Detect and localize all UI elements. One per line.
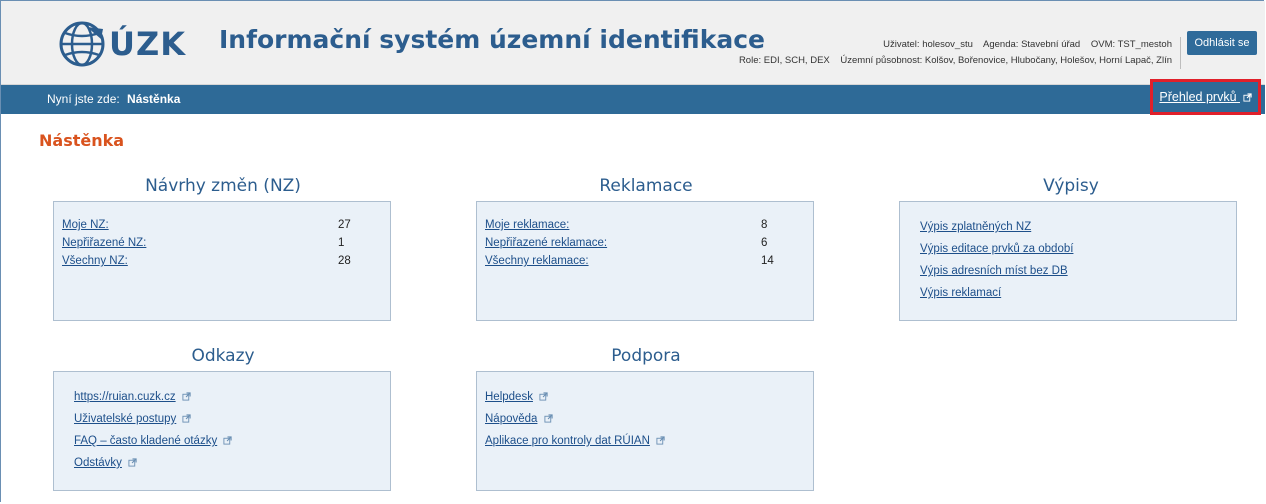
page-title: Nástěnka (39, 131, 125, 150)
ruian-web-link[interactable]: https://ruian.cuzk.cz (74, 391, 176, 403)
helpdesk-link[interactable]: Helpdesk (485, 391, 533, 403)
breadcrumb: Nyní jste zde: Nástěnka (47, 85, 180, 114)
reklamace-box: Moje reklamace: 8 Nepřiřazené reklamace:… (476, 201, 814, 321)
faq-link[interactable]: FAQ – často kladené otázky (74, 435, 217, 447)
globe-logo-icon (59, 21, 105, 67)
list-item: Výpis editace prvků za období (920, 238, 1236, 260)
external-link-icon (656, 436, 665, 446)
vypisy-box: Výpis zplatněných NZ Výpis editace prvků… (899, 201, 1237, 321)
external-link-icon (223, 436, 233, 446)
external-link-icon (1243, 93, 1252, 102)
my-nz-count: 27 (338, 219, 351, 231)
reklamace-row-mine: Moje reklamace: 8 (485, 216, 813, 234)
section-title-odkazy: Odkazy (191, 346, 255, 366)
my-reklamace-count: 8 (761, 219, 768, 231)
data-check-app-link[interactable]: Aplikace pro kontroly dat RÚIAN (485, 435, 650, 447)
role-label: Role: EDI, SCH, DEX (738, 55, 830, 66)
list-item: Výpis reklamací (920, 282, 1236, 304)
list-item: Výpis zplatněných NZ (920, 216, 1236, 238)
ovm-label: OVM: TST_mestoh (1090, 39, 1172, 50)
logo-text: ÚZK (109, 25, 186, 63)
cuzk-logo[interactable]: ÚZK (57, 19, 186, 69)
list-item: Nápověda (485, 408, 813, 430)
breadcrumb-bar: Nyní jste zde: Nástěnka Přehled prvků (1, 79, 1265, 115)
vypis-reklamaci-link[interactable]: Výpis reklamací (920, 287, 1001, 299)
section-title-podpora: Podpora (611, 346, 681, 366)
list-item: https://ruian.cuzk.cz (74, 386, 390, 408)
list-item: Výpis adresních míst bez DB (920, 260, 1236, 282)
unassigned-nz-link[interactable]: Nepřiřazené NZ: (62, 237, 146, 249)
nz-row-mine: Moje NZ: 27 (62, 216, 390, 234)
external-link-icon (182, 414, 192, 424)
nz-box: Moje NZ: 27 Nepřiřazené NZ: 1 Všechny NZ… (53, 201, 391, 321)
vypis-editace-prvku-link[interactable]: Výpis editace prvků za období (920, 243, 1073, 255)
vypis-adresnich-mist-link[interactable]: Výpis adresních míst bez DB (920, 265, 1068, 277)
external-link-icon (539, 392, 548, 402)
external-link-icon (128, 458, 137, 468)
list-item: FAQ – často kladené otázky (74, 430, 390, 452)
header: ÚZK Informační systém územní identifikac… (1, 1, 1265, 85)
external-link-icon (544, 414, 553, 424)
outages-link[interactable]: Odstávky (74, 457, 122, 469)
my-nz-link[interactable]: Moje NZ: (62, 219, 109, 231)
unassigned-nz-count: 1 (338, 237, 345, 249)
list-item: Helpdesk (485, 386, 813, 408)
reklamace-row-unassigned: Nepřiřazené reklamace: 6 (485, 234, 813, 252)
overview-link[interactable]: Přehled prvků (1150, 79, 1261, 115)
all-reklamace-count: 14 (761, 255, 774, 267)
external-link-icon (182, 392, 191, 402)
user-info: Uživatel: holesov_stu Agenda: Stavební ú… (739, 37, 1181, 69)
app-title: Informační systém územní identifikace (219, 25, 765, 54)
list-item: Uživatelské postupy (74, 408, 390, 430)
user-label: Uživatel: holesov_stu (883, 39, 973, 50)
unassigned-reklamace-count: 6 (761, 237, 768, 249)
all-nz-count: 28 (338, 255, 351, 267)
odkazy-box: https://ruian.cuzk.cz Uživatelské postup… (53, 371, 391, 491)
my-reklamace-link[interactable]: Moje reklamace: (485, 219, 569, 231)
section-title-vypisy: Výpisy (1043, 176, 1099, 196)
all-nz-link[interactable]: Všechny NZ: (62, 255, 128, 267)
list-item: Odstávky (74, 452, 390, 474)
app-window: ÚZK Informační systém územní identifikac… (0, 0, 1265, 502)
nz-row-all: Všechny NZ: 28 (62, 252, 390, 270)
breadcrumb-current: Nástěnka (127, 92, 181, 106)
overview-link-label[interactable]: Přehled prvků (1159, 90, 1236, 104)
section-title-reklamace: Reklamace (599, 176, 693, 196)
vypis-zplatnenych-nz-link[interactable]: Výpis zplatněných NZ (920, 221, 1031, 233)
reklamace-row-all: Všechny reklamace: 14 (485, 252, 813, 270)
scope-label: Územní působnost: Kolšov, Bořenovice, Hl… (840, 55, 1172, 66)
agenda-label: Agenda: Stavební úřad (983, 39, 1081, 50)
breadcrumb-prefix: Nyní jste zde: (47, 92, 120, 106)
podpora-box: Helpdesk Nápověda Aplikace pro kontroly … (476, 371, 814, 491)
help-link[interactable]: Nápověda (485, 413, 537, 425)
logout-button[interactable]: Odhlásit se (1187, 31, 1257, 55)
unassigned-reklamace-link[interactable]: Nepřiřazené reklamace: (485, 237, 607, 249)
section-title-nz: Návrhy změn (NZ) (145, 176, 301, 196)
user-procedures-link[interactable]: Uživatelské postupy (74, 413, 176, 425)
list-item: Aplikace pro kontroly dat RÚIAN (485, 430, 813, 452)
nz-row-unassigned: Nepřiřazené NZ: 1 (62, 234, 390, 252)
all-reklamace-link[interactable]: Všechny reklamace: (485, 255, 589, 267)
